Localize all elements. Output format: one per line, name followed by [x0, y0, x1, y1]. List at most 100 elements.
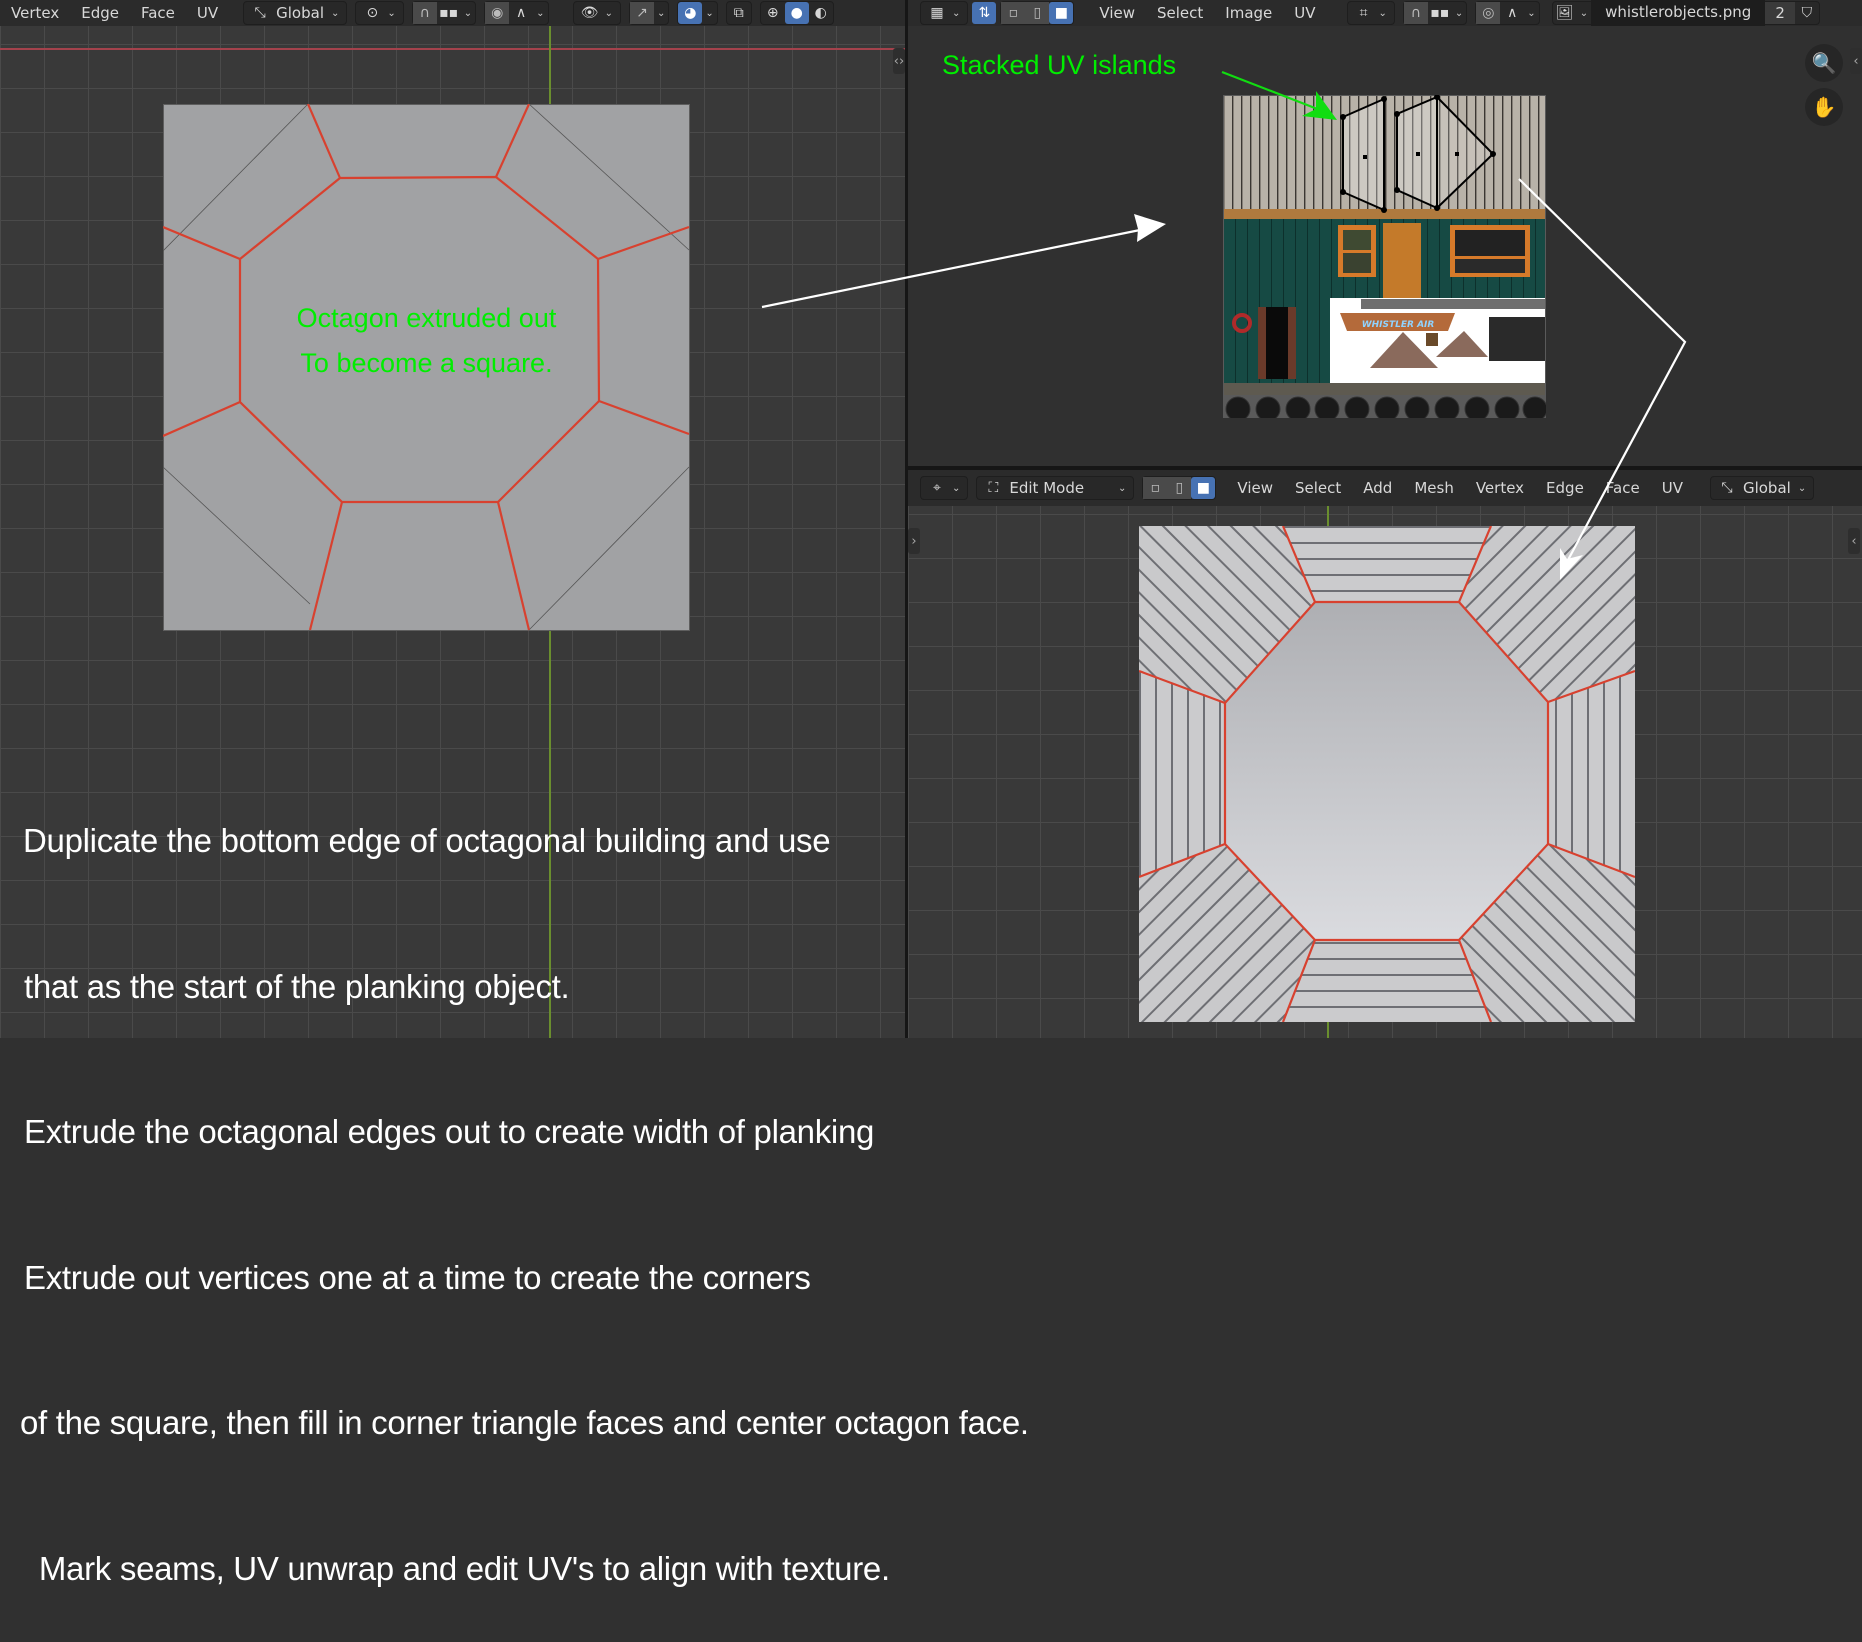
visibility-dropdown[interactable]: 👁 ⌄: [572, 1, 621, 25]
pivot-icon: ⊙: [366, 5, 379, 21]
sidebar-toggle-uv[interactable]: ‹: [1850, 48, 1862, 74]
chevron-down-icon: ⌄: [1378, 7, 1387, 19]
chevron-down-icon: ⌄: [1118, 482, 1127, 494]
octagon-annotation: Octagon extruded out To become a square.: [163, 296, 690, 386]
snap-target-icon[interactable]: ▪▪: [437, 2, 461, 24]
select-mode-group[interactable]: ▫ ▯ ■: [1142, 476, 1217, 500]
zoom-view-button[interactable]: 🔍: [1805, 44, 1843, 82]
image-name-field[interactable]: whistlerobjects.png: [1591, 0, 1766, 26]
octagon-annotation-line1: Octagon extruded out: [296, 303, 557, 333]
zoom-in-icon: 🔍: [1811, 51, 1837, 75]
material-shading-icon[interactable]: ◐: [809, 2, 833, 24]
hand-pan-icon: ✋: [1811, 95, 1837, 119]
image-user-count[interactable]: 2: [1765, 2, 1795, 24]
texture-door: [1383, 223, 1421, 299]
sync-selection-icon[interactable]: ⇅: [972, 2, 997, 24]
gizmo-icon[interactable]: ↗: [629, 2, 654, 24]
toolbar-toggle[interactable]: ›: [908, 528, 920, 554]
menu-uv[interactable]: UV: [1283, 4, 1326, 22]
menu-view[interactable]: View: [1226, 479, 1284, 497]
gizmo-group[interactable]: ↗ ⌄: [628, 1, 670, 25]
instruction-line: of the square, then fill in corner trian…: [20, 1404, 1029, 1441]
chevron-down-icon: ⌄: [705, 7, 714, 19]
edge-select-icon[interactable]: ▯: [1167, 477, 1192, 499]
chevron-down-icon: ⌄: [536, 7, 545, 19]
overlay-icon[interactable]: ◕: [678, 2, 703, 24]
chevron-down-icon: ⌄: [604, 7, 613, 19]
vertex-select-icon[interactable]: ▫: [1001, 2, 1026, 24]
proportional-group[interactable]: ◉ ∧ ⌄: [484, 1, 549, 25]
editor-type-icon: ▦: [930, 5, 944, 21]
pivot-icon: ⌗: [1359, 5, 1368, 21]
snap-increment-icon[interactable]: ▪▪: [1428, 2, 1452, 24]
orientation-dropdown[interactable]: ⤡ Global ⌄: [1709, 476, 1815, 500]
uv-editor[interactable]: ▦ ⌄ ⇅ ▫ ▯ ■ View Select Image UV ⌗ ⌄ ∩ ▪▪ ⌄…: [908, 0, 1862, 466]
image-browse-icon[interactable]: 🖼: [1553, 2, 1577, 24]
chevron-down-icon: ⌄: [387, 7, 396, 19]
solid-shading-icon[interactable]: ●: [784, 2, 809, 24]
menu-vertex[interactable]: Vertex: [0, 4, 70, 22]
proportional-icon[interactable]: ◎: [1476, 2, 1501, 24]
instruction-line: Duplicate the bottom edge of octagonal b…: [23, 822, 831, 859]
viewport-header-right: ⌖ ⌄ ⛶ Edit Mode ⌄ ▫ ▯ ■ View Select Add M…: [908, 470, 1862, 506]
menu-edge[interactable]: Edge: [1535, 479, 1595, 497]
instruction-line: Extrude the octagonal edges out to creat…: [24, 1113, 875, 1150]
wireframe-shading-icon[interactable]: ⊕: [761, 2, 785, 24]
uv-editor-header: ▦ ⌄ ⇅ ▫ ▯ ■ View Select Image UV ⌗ ⌄ ∩ ▪▪ ⌄…: [908, 0, 1862, 26]
editor-type-dropdown[interactable]: ▦ ⌄: [920, 1, 969, 25]
fake-user-shield-icon[interactable]: ⛉: [1795, 2, 1819, 24]
proportional-group[interactable]: ◎ ∧ ⌄: [1475, 1, 1540, 25]
chevron-down-icon: ⌄: [1454, 7, 1464, 19]
transform-orientation-icon: ⤡: [1721, 480, 1733, 496]
chevron-down-icon: ⌄: [1527, 7, 1536, 19]
sidebar-toggle-right[interactable]: ‹: [1848, 528, 1860, 554]
snap-group[interactable]: ∩ ▪▪ ⌄: [411, 1, 477, 25]
snap-magnet-icon[interactable]: ∩: [1403, 2, 1428, 24]
instruction-line: Mark seams, UV unwrap and edit UV's to a…: [30, 1549, 890, 1587]
texture-image: WHISTLER AIR: [1223, 95, 1546, 418]
face-select-icon[interactable]: ■: [1049, 2, 1074, 24]
sidebar-toggle-left[interactable]: ‹›: [893, 48, 905, 74]
xray-toggle[interactable]: ⧉: [725, 1, 752, 25]
menu-image[interactable]: Image: [1214, 4, 1283, 22]
menu-uv[interactable]: UV: [186, 4, 229, 22]
viewport-3d-right[interactable]: ⌖ ⌄ ⛶ Edit Mode ⌄ ▫ ▯ ■ View Select Add M…: [908, 470, 1862, 1038]
proportional-icon[interactable]: ◉: [485, 2, 510, 24]
pan-view-button[interactable]: ✋: [1805, 88, 1843, 126]
menu-face[interactable]: Face: [130, 4, 186, 22]
editor-type-dropdown[interactable]: ⌖ ⌄: [920, 476, 969, 500]
octagon-annotation-line2: To become a square.: [300, 348, 553, 378]
orientation-dropdown[interactable]: ⤡ Global ⌄: [243, 1, 348, 25]
image-browse[interactable]: 🖼 ⌄ whistlerobjects.png 2 ⛉: [1551, 0, 1820, 26]
edge-select-icon[interactable]: ▯: [1025, 2, 1050, 24]
mode-label: Edit Mode: [1009, 479, 1085, 497]
vertex-select-icon[interactable]: ▫: [1143, 477, 1168, 499]
face-select-icon[interactable]: ■: [1191, 477, 1216, 499]
falloff-icon[interactable]: ∧: [509, 2, 533, 24]
overlay-group[interactable]: ◕ ⌄: [677, 1, 718, 25]
menu-edge[interactable]: Edge: [70, 4, 130, 22]
orientation-label: Global: [1742, 479, 1791, 497]
menu-uv[interactable]: UV: [1651, 479, 1694, 497]
select-mode-group[interactable]: ▫ ▯ ■: [1000, 1, 1075, 25]
snap-magnet-icon[interactable]: ∩: [412, 2, 437, 24]
menu-view[interactable]: View: [1088, 4, 1146, 22]
xray-icon[interactable]: ⧉: [727, 2, 751, 24]
chevron-down-icon: ⌄: [331, 7, 340, 19]
textured-planking-mesh: [1139, 526, 1635, 1022]
pivot-dropdown[interactable]: ⊙ ⌄: [355, 1, 404, 25]
instruction-line: Extrude out vertices one at a time to cr…: [24, 1258, 811, 1296]
texture-sign-text: WHISTLER AIR: [1362, 320, 1435, 330]
falloff-icon[interactable]: ∧: [1500, 2, 1524, 24]
mode-dropdown[interactable]: ⛶ Edit Mode ⌄: [976, 476, 1135, 500]
shading-group[interactable]: ⊕ ● ◐: [759, 1, 834, 25]
stacked-uv-annotation: Stacked UV islands: [942, 50, 1177, 80]
menu-add[interactable]: Add: [1352, 479, 1403, 497]
menu-select[interactable]: Select: [1284, 479, 1352, 497]
snap-group[interactable]: ∩ ▪▪ ⌄: [1402, 1, 1468, 25]
menu-mesh[interactable]: Mesh: [1403, 479, 1465, 497]
pivot-dropdown[interactable]: ⌗ ⌄: [1346, 1, 1395, 25]
menu-vertex[interactable]: Vertex: [1465, 479, 1535, 497]
menu-face[interactable]: Face: [1595, 479, 1651, 497]
menu-select[interactable]: Select: [1146, 4, 1214, 22]
